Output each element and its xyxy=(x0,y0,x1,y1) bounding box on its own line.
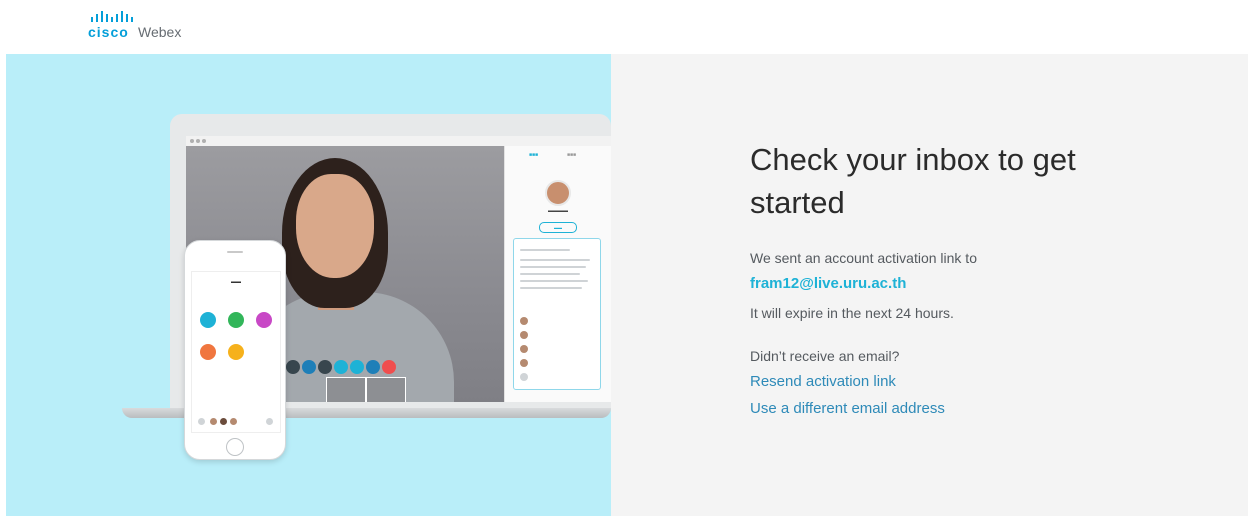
message-icon xyxy=(200,312,216,328)
contact-details-card xyxy=(513,238,601,390)
contact-mini-avatar xyxy=(520,345,528,353)
phone-screen-title: ▬▬ xyxy=(231,279,241,285)
detail-row xyxy=(520,249,570,251)
panel-tab-indicator: ■■■ xyxy=(567,152,577,158)
resend-activation-link[interactable]: Resend activation link xyxy=(750,373,896,390)
meet-icon xyxy=(228,312,244,328)
contact-mini-avatar xyxy=(520,331,528,339)
participant-face xyxy=(296,174,374,278)
activation-panel: Check your inbox to get started We sent … xyxy=(611,54,1248,516)
logo-product-text: Webex xyxy=(138,24,182,40)
whiteboard-icon xyxy=(256,312,272,328)
contact-mini-avatar xyxy=(520,373,528,381)
detail-row xyxy=(520,287,582,289)
phone-illustration: ▬▬ xyxy=(184,240,286,460)
schedule-icon xyxy=(200,344,216,360)
window-dot-icon xyxy=(202,139,206,143)
sent-link-text: We sent an account activation link to xyxy=(750,250,977,266)
phone-speaker xyxy=(227,251,243,253)
use-different-email-link[interactable]: Use a different email address xyxy=(750,400,945,417)
share-icon xyxy=(318,360,332,374)
participants-icon xyxy=(334,360,348,374)
detail-row xyxy=(520,266,586,268)
contact-mini-avatar xyxy=(520,317,528,325)
files-icon xyxy=(228,344,244,360)
participant-thumbnails xyxy=(326,377,446,402)
contact-name-placeholder: ▬▬▬▬ xyxy=(548,208,568,214)
window-dot-icon xyxy=(190,139,194,143)
contact-avatar xyxy=(545,180,571,206)
mute-icon xyxy=(286,360,300,374)
expire-text: It will expire in the next 24 hours. xyxy=(750,305,954,321)
page-title: Check your inbox to get started xyxy=(750,142,1076,220)
phone-footer-avatar xyxy=(230,418,237,425)
phone-home-button xyxy=(226,438,244,456)
cisco-webex-logo[interactable]: cisco Webex xyxy=(88,8,208,44)
more-icon xyxy=(366,360,380,374)
contact-mini-avatar xyxy=(520,359,528,367)
phone-footer-avatar xyxy=(266,418,273,425)
window-dot-icon xyxy=(196,139,200,143)
logo-brand-text: cisco xyxy=(88,24,129,40)
phone-screen: ▬▬ xyxy=(191,271,281,433)
phone-footer-avatar xyxy=(198,418,205,425)
participant-thumbnail xyxy=(326,377,366,402)
page-header: cisco Webex xyxy=(0,0,1248,54)
detail-row xyxy=(520,280,588,282)
participant-thumbnail xyxy=(366,377,406,402)
phone-footer-avatar xyxy=(210,418,217,425)
contact-action-button: ▬▬ xyxy=(539,222,577,233)
chat-icon xyxy=(350,360,364,374)
no-email-text: Didn’t receive an email? xyxy=(750,348,900,364)
panel-tab-indicator: ■■■ xyxy=(529,152,539,158)
video-icon xyxy=(302,360,316,374)
hero-illustration: ■■■ ■■■ ▬▬▬▬ ▬▬ ▬▬ xyxy=(6,54,611,516)
email-address: fram12@live.uru.ac.th xyxy=(750,275,907,292)
detail-row xyxy=(520,273,580,275)
contact-side-panel: ■■■ ■■■ ▬▬▬▬ ▬▬ xyxy=(504,146,611,402)
cisco-bars-icon xyxy=(91,11,133,22)
end-call-icon xyxy=(382,360,396,374)
detail-row xyxy=(520,259,590,261)
phone-footer-avatar xyxy=(220,418,227,425)
